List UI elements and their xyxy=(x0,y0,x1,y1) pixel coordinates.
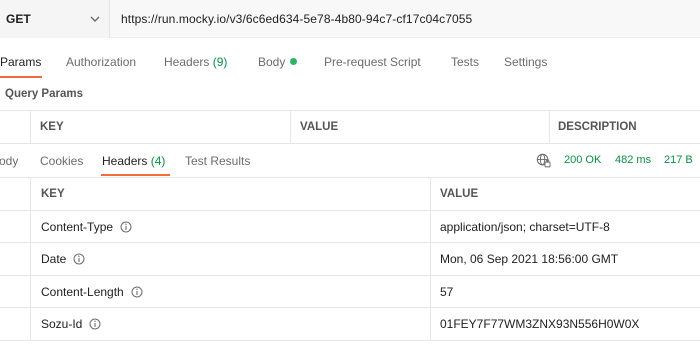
query-params-table: KEY VALUE DESCRIPTION xyxy=(0,110,700,144)
tab-settings[interactable]: Settings xyxy=(504,55,547,69)
header-col-key: KEY xyxy=(30,178,430,210)
url-text: https://run.mocky.io/v3/6c6ed634-5e78-4b… xyxy=(121,11,473,26)
active-resp-tab-underline xyxy=(101,174,170,176)
tab-settings-label: Settings xyxy=(504,55,548,69)
response-size[interactable]: 217 B xyxy=(664,154,693,166)
resp-tab-body[interactable]: Body xyxy=(0,154,18,168)
method-select[interactable]: GET xyxy=(0,0,110,38)
tab-headers-count: (9) xyxy=(212,55,228,69)
header-value: 01FEY7F77WM3ZNX93N556H0W0X xyxy=(430,308,700,340)
table-row: Content-Length 57 xyxy=(0,275,700,308)
chevron-down-icon xyxy=(90,16,100,22)
globe-icon[interactable] xyxy=(536,153,551,168)
request-url-bar: GET https://run.mocky.io/v3/6c6ed634-5e7… xyxy=(0,0,700,38)
body-indicator-dot xyxy=(290,58,298,65)
tab-headers[interactable]: Headers (9) xyxy=(164,55,227,69)
info-icon[interactable] xyxy=(73,253,85,265)
header-key: Content-Type xyxy=(41,219,114,234)
active-tab-underline xyxy=(0,76,42,78)
qp-header-value: VALUE xyxy=(290,111,549,143)
header-key: Content-Length xyxy=(41,284,124,299)
resp-tab-headers[interactable]: Headers (4) xyxy=(102,154,165,168)
header-key-cell: Sozu-Id xyxy=(30,308,430,340)
table-row: Sozu-Id 01FEY7F77WM3ZNX93N556H0W0X xyxy=(0,308,700,341)
header-value: 57 xyxy=(430,275,700,308)
tab-pre-request-script[interactable]: Pre-request Script xyxy=(324,55,421,69)
tab-tests[interactable]: Tests xyxy=(451,55,479,69)
resp-tab-cookies-label: Cookies xyxy=(40,154,84,168)
tab-params-label: Params xyxy=(0,55,42,69)
table-header-row: KEY VALUE xyxy=(0,178,700,211)
resp-tab-body-label: Body xyxy=(0,154,19,168)
resp-tab-headers-count: (4) xyxy=(150,154,166,168)
header-value: application/json; charset=UTF-8 xyxy=(430,210,700,243)
info-icon[interactable] xyxy=(120,221,132,233)
header-key-cell: Content-Length xyxy=(30,275,430,308)
table-row: Content-Type application/json; charset=U… xyxy=(0,210,700,243)
header-value: Mon, 06 Sep 2021 18:56:00 GMT xyxy=(430,243,700,275)
tab-headers-label: Headers xyxy=(164,55,210,69)
header-key: Sozu-Id xyxy=(41,317,83,331)
tab-params[interactable]: Params xyxy=(0,55,41,69)
resp-tab-cookies[interactable]: Cookies xyxy=(40,154,83,168)
tab-pre-request-label: Pre-request Script xyxy=(324,55,421,69)
response-headers-table: KEY VALUE Content-Type application/json;… xyxy=(0,177,700,341)
tab-body[interactable]: Body xyxy=(258,55,298,69)
resp-tab-test-results-label: Test Results xyxy=(185,154,251,168)
qp-header-key: KEY xyxy=(30,111,290,143)
header-key-cell: Content-Type xyxy=(30,210,430,243)
tab-tests-label: Tests xyxy=(451,55,480,69)
resp-tab-test-results[interactable]: Test Results xyxy=(185,154,250,168)
tab-authorization[interactable]: Authorization xyxy=(66,55,136,69)
tab-body-label: Body xyxy=(258,55,286,69)
info-icon[interactable] xyxy=(89,318,101,330)
response-time[interactable]: 482 ms xyxy=(615,154,651,166)
response-tabs: Body Cookies Headers (4) Test Results 20… xyxy=(0,146,700,178)
header-col-value: VALUE xyxy=(430,178,700,210)
table-row: Date Mon, 06 Sep 2021 18:56:00 GMT xyxy=(0,243,700,276)
info-icon[interactable] xyxy=(131,286,143,298)
resp-tab-headers-label: Headers xyxy=(102,154,148,168)
url-input[interactable]: https://run.mocky.io/v3/6c6ed634-5e78-4b… xyxy=(110,0,700,37)
method-label: GET xyxy=(6,12,31,26)
header-key-cell: Date xyxy=(30,243,430,275)
header-key: Date xyxy=(41,252,67,266)
query-params-title: Query Params xyxy=(5,88,83,100)
qp-header-description: DESCRIPTION xyxy=(549,111,700,143)
status-code[interactable]: 200 OK xyxy=(564,154,601,166)
tab-authorization-label: Authorization xyxy=(66,55,137,69)
